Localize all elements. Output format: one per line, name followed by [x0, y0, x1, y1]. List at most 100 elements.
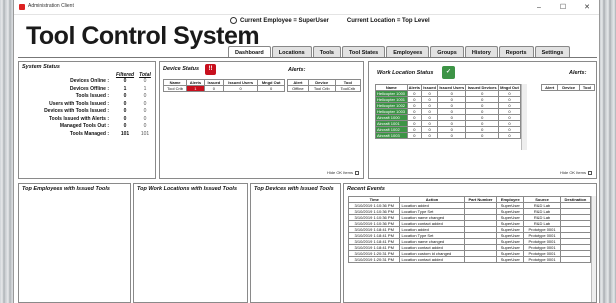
current-employee: Current Employee = SuperUser — [230, 17, 329, 24]
table-cell: Offline — [287, 85, 309, 92]
column-header[interactable]: Part Number — [463, 196, 498, 203]
table-cell: Helicopter 1001 — [375, 96, 408, 103]
maximize-button[interactable]: ☐ — [551, 0, 575, 15]
table-cell: 0 — [421, 132, 439, 139]
top-devices-title: Top Devices with Issued Tools — [254, 186, 334, 192]
table-cell: SuperUser — [496, 220, 525, 227]
table-cell — [463, 256, 498, 263]
table-cell: ToolCrib — [334, 85, 362, 92]
hide-ok-checkbox[interactable] — [588, 170, 592, 175]
check-icon: ✓ — [442, 66, 455, 79]
table-cell: 3/10/2019 1:18:41 PM — [347, 238, 401, 245]
work-location-title: Work Location Status — [377, 70, 434, 76]
status-label: Tools Issued : — [75, 93, 109, 99]
status-row: Devices Online : 0 0 — [25, 78, 155, 86]
column-header[interactable]: Issued Devices — [465, 84, 499, 91]
system-status-panel: System Status Filtered Total Devices Onl… — [18, 61, 156, 179]
recent-events-table: Time Action Part Number Employee Source Desti… — [347, 196, 592, 263]
hide-ok-checkbox[interactable] — [355, 170, 359, 175]
recent-events-panel: Recent Events Time Action Part Number Emplo… — [343, 183, 597, 303]
status-row: Managed Tools Out : 0 0 — [25, 123, 155, 131]
table-cell: 0 — [203, 85, 225, 92]
table-cell — [559, 256, 592, 263]
total-value: 101 — [140, 130, 150, 137]
total-value: 0 — [143, 123, 147, 129]
filtered-value: 0 — [123, 78, 127, 84]
table-cell: 0 — [222, 85, 259, 92]
table-row[interactable]: Tool Crib 1 0 0 0 — [162, 85, 285, 92]
top-work-locations-title: Top Work Locations with Issued Tools — [137, 186, 238, 192]
column-header[interactable]: Tool — [578, 84, 596, 91]
work-location-scrollbar[interactable] — [521, 84, 527, 150]
table-cell: SuperUser — [496, 226, 525, 233]
table-cell: Prototype 0001 — [523, 226, 561, 233]
column-header[interactable]: Issued — [421, 84, 439, 91]
title-bar: Administration Client – ☐ ✕ — [14, 0, 599, 15]
column-header[interactable]: Alerts — [406, 84, 423, 91]
table-cell: 1 — [186, 85, 205, 92]
total-value: 1 — [143, 85, 147, 92]
status-row: Tools Issued with Alerts : 0 0 — [25, 116, 155, 124]
app-icon — [19, 4, 25, 10]
table-cell: Prototype 0001 — [523, 256, 561, 263]
events-scrollbar[interactable] — [591, 196, 596, 302]
top-employees-panel: Top Employees with Issued Tools — [18, 183, 131, 303]
device-table: Name Alerts Issued Issued Users Mngd Out Too… — [162, 79, 285, 92]
device-status-panel: Device Status !! Alerts: Name Alerts Issue… — [159, 61, 364, 179]
close-button[interactable]: ✕ — [575, 0, 599, 15]
column-header[interactable]: Employee — [496, 196, 525, 203]
status-row: Users with Tools Issued : 0 0 — [25, 101, 155, 109]
filtered-value: 0 — [123, 108, 127, 114]
column-header[interactable]: Issued Users — [437, 84, 467, 91]
table-cell: Helicopter 1002 — [375, 102, 408, 109]
column-header[interactable]: Device — [557, 84, 580, 91]
table-row[interactable]: Offline Tool Crib ToolCrib — [287, 85, 362, 92]
status-label: Users with Tools Issued : — [49, 100, 109, 107]
table-cell: 3/10/2019 1:10:36 PM — [347, 202, 401, 209]
device-alerts-label: Alerts: — [288, 67, 306, 73]
window-title: Administration Client — [28, 3, 74, 9]
total-value: 0 — [143, 108, 147, 114]
app-title: Tool Control System — [26, 22, 260, 50]
table-cell: Prototype 0001 — [523, 238, 561, 245]
device-hide-ok[interactable]: Hide OK Items — [327, 170, 359, 175]
table-cell: SuperUser — [496, 208, 525, 215]
device-status-title: Device Status — [163, 66, 200, 72]
total-value: 0 — [143, 78, 147, 84]
table-cell: SuperUser — [496, 256, 525, 263]
top-devices-panel: Top Devices with Issued Tools — [250, 183, 341, 303]
device-alerts-table: Alert Device Tool Offline Tool Crib ToolCrib — [287, 79, 362, 92]
filtered-value: 0 — [123, 115, 127, 122]
work-hide-ok[interactable]: Hide OK Items — [560, 170, 592, 175]
status-label: Tools Issued with Alerts : — [48, 115, 109, 122]
table-cell: 3/10/2019 1:20:31 PM — [347, 256, 401, 263]
right-frame — [600, 0, 616, 303]
work-alerts-label: Alerts: — [569, 70, 587, 76]
table-row[interactable]: Aircraft 1003 0 0 0 0 0 — [375, 132, 522, 139]
total-value: 0 — [143, 93, 147, 99]
column-header[interactable]: Issued Users — [222, 79, 259, 86]
table-cell: SuperUser — [496, 238, 525, 245]
column-header[interactable]: Alert — [540, 84, 559, 91]
table-cell: SuperUser — [496, 250, 525, 257]
table-cell: Prototype 0001 — [523, 250, 561, 257]
column-header[interactable]: Mngd Out — [497, 84, 522, 91]
table-cell: Tool Crib — [162, 85, 188, 92]
column-header[interactable]: Destination — [559, 196, 592, 203]
status-label: Tools Managed : — [69, 130, 109, 137]
app-window: Administration Client – ☐ ✕ Tool Control… — [13, 0, 600, 303]
status-label: Devices Offline : — [69, 85, 109, 92]
table-cell: 0 — [465, 132, 499, 139]
recent-events-title: Recent Events — [347, 186, 385, 192]
status-row: Tools Managed : 101 101 — [25, 131, 155, 139]
minimize-button[interactable]: – — [527, 0, 551, 15]
table-cell: 0 — [406, 132, 423, 139]
table-cell: 3/10/2019 1:10:36 PM — [347, 208, 401, 215]
table-cell: SuperUser — [496, 232, 525, 239]
status-row: Tools Issued : 0 0 — [25, 93, 155, 101]
table-cell: 3/10/2019 1:10:36 PM — [347, 214, 401, 221]
table-row[interactable]: 3/10/2019 1:20:31 PM Location contact add… — [347, 256, 592, 263]
filtered-value: 0 — [123, 100, 127, 107]
table-cell: 3/10/2019 1:20:31 PM — [347, 250, 401, 257]
table-cell: Helicopter 1000 — [375, 90, 408, 97]
